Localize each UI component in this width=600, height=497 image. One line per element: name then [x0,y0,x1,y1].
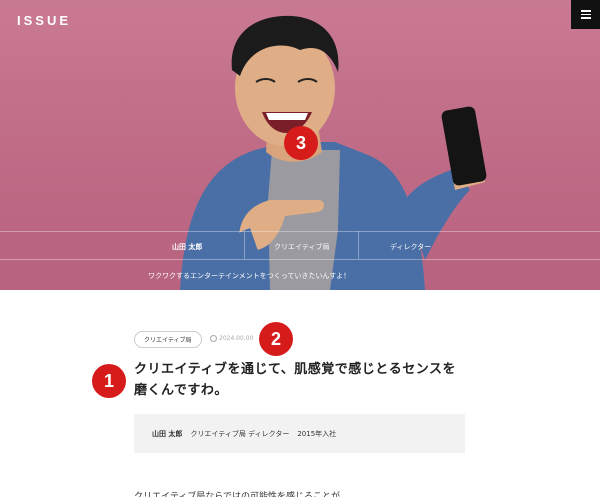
divider [358,231,359,259]
profile-name: 山田 太郎 [152,429,183,438]
post-date: 2024.00.00 [210,335,253,342]
annotation-badge-2: 2 [259,322,293,356]
hero-department: クリエイティブ局 [274,243,330,251]
post-date-text: 2024.00.00 [219,335,254,342]
category-tag[interactable]: クリエイティブ局 [134,331,202,348]
hero-role: ディレクター [390,243,432,251]
hero-section: ISSUE 山田 太郎 クリエイティブ局 ディレクター ワクワクするエンターテイ… [0,0,600,290]
hero-name: 山田 太郎 [172,243,203,251]
site-logo[interactable]: ISSUE [17,13,71,28]
hero-catchphrase: ワクワクするエンターテインメントをつくっていきたいんすよ！ [148,272,351,280]
divider [0,259,600,260]
divider [244,231,245,259]
article-title-line2: 磨くんですわ。 [134,383,228,398]
profile-detail: クリエイティブ局 ディレクター [190,429,290,438]
profile-joined: 2015年入社 [297,429,337,438]
article-body-start: クリエイティブ局ならではの可能性を感じることが…… [134,492,359,497]
article-title-line1: クリエイティブを通じて、肌感覚で感じとるセンスを [134,362,457,377]
menu-button[interactable] [571,0,600,29]
hamburger-icon [580,10,591,12]
annotation-badge-1: 1 [92,364,126,398]
clock-icon [210,335,217,342]
divider [0,231,600,232]
profile-box: 山田 太郎 クリエイティブ局 ディレクター 2015年入社 [134,414,465,453]
article-title: クリエイティブを通じて、肌感覚で感じとるセンスを 磨くんですわ。 [134,359,474,401]
annotation-badge-3: 3 [284,126,318,160]
